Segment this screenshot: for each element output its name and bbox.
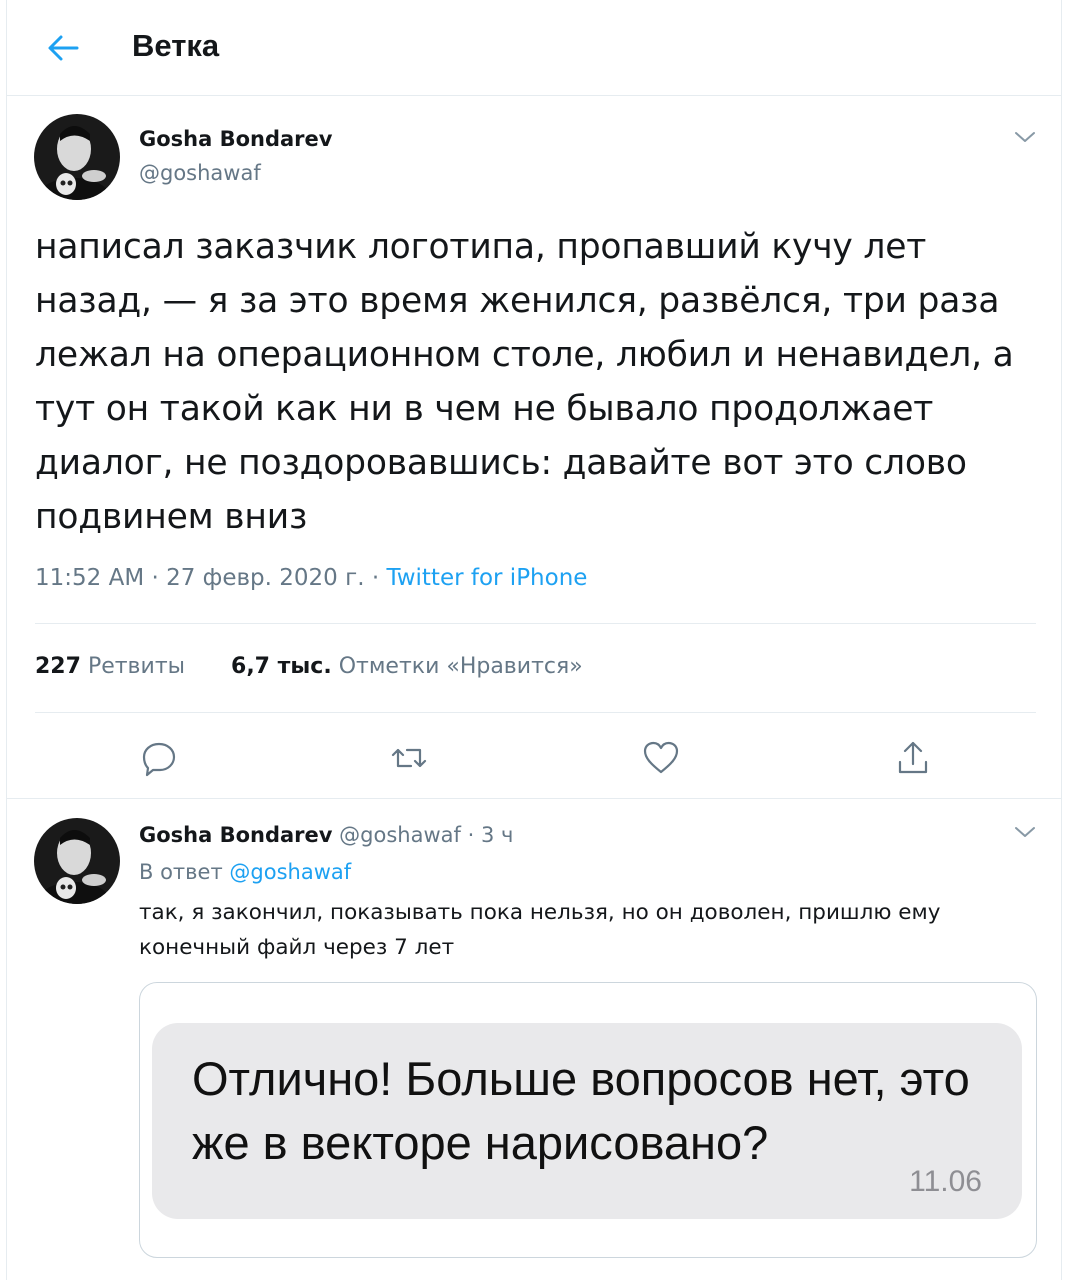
author-handle[interactable]: @goshawaf [139,161,261,185]
reply-text: так, я закончил, показывать пока нельзя,… [139,900,941,960]
page-header: Ветка [7,0,1061,96]
in-reply-to: В ответ @goshawaf [139,860,351,884]
message-text: Отлично! Больше вопросов нет, это же в в… [192,1052,970,1169]
likes-stat[interactable]: 6,7 тыс. Отметки «Нравится» [231,654,583,679]
retweet-icon [391,748,427,768]
reply-media[interactable]: Отлично! Больше вопросов нет, это же в в… [139,982,1037,1258]
tweet-menu-button[interactable] [1011,127,1039,147]
reply-icon [142,742,176,777]
share-icon [898,741,928,774]
message-time: 11.06 [909,1165,982,1198]
reply-age[interactable]: 3 ч [481,823,513,847]
reply-author-name[interactable]: Gosha Bondarev [139,823,332,847]
chevron-down-icon [1015,827,1035,837]
back-button[interactable] [45,30,81,66]
divider [35,623,1036,624]
in-reply-handle-link[interactable]: @goshawaf [229,860,351,884]
reply-button[interactable] [139,738,179,778]
retweets-stat[interactable]: 227 Ретвиты [35,654,185,679]
tweet-text: написал заказчик логотипа, пропавший куч… [35,227,1014,537]
retweet-button[interactable] [389,738,429,778]
tweet-date[interactable]: 27 февр. 2020 г. [166,565,364,591]
tweet-meta: 11:52 AM · 27 февр. 2020 г. · Twitter fo… [35,565,587,591]
thread-page: Ветка Gosha Bondarev @goshawaf написал з… [6,0,1062,1280]
reply-menu-button[interactable] [1011,822,1039,842]
author-name[interactable]: Gosha Bondarev [139,127,332,151]
tweet-time[interactable]: 11:52 AM [35,565,144,591]
avatar-photo [34,818,120,904]
likes-count: 6,7 тыс. [231,654,332,679]
message-bubble: Отлично! Больше вопросов нет, это же в в… [152,1023,1022,1219]
divider [35,712,1036,713]
tweet-stats: 227 Ретвиты 6,7 тыс. Отметки «Нравится» [35,654,583,679]
avatar[interactable] [34,818,120,904]
reply-author-handle[interactable]: @goshawaf [339,823,461,847]
avatar[interactable] [34,114,120,200]
meta-separator: · [144,565,167,591]
in-reply-prefix: В ответ [139,860,223,884]
heart-icon [643,741,679,774]
arrow-left-icon [48,35,79,61]
reply-header: Gosha Bondarev @goshawaf · 3 ч [139,823,513,847]
like-button[interactable] [641,738,681,778]
avatar-photo [34,114,120,200]
tweet-source-link[interactable]: Twitter for iPhone [386,565,587,591]
chevron-down-icon [1015,132,1035,142]
meta-separator: · [364,565,387,591]
meta-separator: · [467,823,475,847]
share-button[interactable] [893,738,933,778]
likes-label: Отметки «Нравится» [338,654,583,679]
section-divider [7,798,1061,799]
retweets-label: Ретвиты [87,654,186,679]
page-title: Ветка [132,28,220,63]
retweets-count: 227 [35,654,81,679]
